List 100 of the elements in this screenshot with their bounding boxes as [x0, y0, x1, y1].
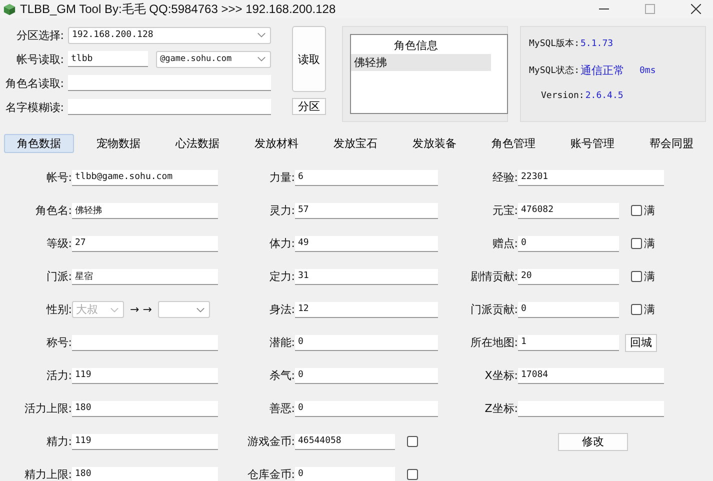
input-field[interactable]: 12: [295, 302, 438, 318]
field-label: 游戏金币:: [246, 434, 295, 449]
arrow-text: → →: [130, 303, 152, 316]
checkbox[interactable]: [631, 238, 642, 249]
checkbox[interactable]: [631, 304, 642, 315]
info-label: MySQL状态:: [529, 64, 580, 77]
read-button[interactable]: 读取: [292, 26, 326, 92]
field-label: 帐号:: [45, 170, 72, 185]
input-field[interactable]: 20: [518, 268, 619, 284]
checkbox-label: 满: [644, 302, 655, 317]
field-label: 所在地图:: [469, 335, 518, 350]
input-field[interactable]: 星宿: [72, 268, 218, 284]
checkbox-label: 满: [644, 269, 655, 284]
role-name-label: 角色名读取:: [4, 76, 64, 90]
field-label: 角色名:: [34, 203, 72, 218]
domain-dropdown[interactable]: @game.sohu.com: [156, 50, 271, 68]
checkbox-label: 满: [644, 236, 655, 251]
info-value: 通信正常: [580, 63, 625, 78]
field-label: 门派贡献:: [469, 302, 518, 317]
chevron-icon: [257, 32, 266, 38]
input-field[interactable]: 180: [72, 400, 218, 416]
tab[interactable]: 发放材料: [237, 134, 316, 153]
account-field[interactable]: tlbb: [68, 51, 148, 67]
input-field[interactable]: 49: [295, 236, 438, 252]
return-city-button[interactable]: 回城: [625, 334, 657, 352]
zone-button[interactable]: 分区: [292, 98, 326, 115]
account-label: 帐号读取:: [15, 52, 64, 66]
role-name-field[interactable]: [68, 75, 271, 91]
field-label: 善恶:: [268, 401, 295, 416]
role-list-item[interactable]: 佛轻拂: [351, 54, 491, 71]
field-label: X坐标:: [484, 368, 518, 383]
input-field[interactable]: 0: [518, 302, 619, 318]
info-latency: 0ms: [640, 66, 656, 76]
input-field[interactable]: [72, 334, 218, 350]
input-field[interactable]: 119: [72, 368, 218, 384]
input-field[interactable]: 119: [72, 434, 218, 450]
input-field[interactable]: 180: [72, 466, 218, 481]
field-label: Z坐标:: [484, 401, 518, 416]
input-field[interactable]: 0: [295, 334, 438, 350]
modify-button[interactable]: 修改: [558, 432, 628, 450]
tab[interactable]: 角色数据: [4, 134, 74, 153]
field-label: 身法:: [268, 302, 295, 317]
tab[interactable]: 心法数据: [158, 134, 237, 153]
checkbox[interactable]: [631, 271, 642, 282]
input-field[interactable]: 476082: [518, 202, 619, 218]
field-label: 精力上限:: [23, 467, 72, 481]
tab[interactable]: 发放宝石: [316, 134, 395, 153]
field-label: 潜能:: [268, 335, 295, 350]
tab[interactable]: 发放装备: [395, 134, 474, 153]
input-field[interactable]: 46544058: [295, 434, 395, 450]
tab[interactable]: 宠物数据: [79, 134, 158, 153]
input-field[interactable]: 57: [295, 202, 438, 218]
field-label: 活力上限:: [23, 401, 72, 416]
field-label: 灵力:: [268, 203, 295, 218]
field-label: 定力:: [268, 269, 295, 284]
checkbox[interactable]: [631, 205, 642, 216]
column-header: 角色信息: [393, 38, 439, 54]
field-label: 等级:: [45, 236, 72, 251]
input-field[interactable]: 31: [295, 268, 438, 284]
input-field[interactable]: tlbb@game.sohu.com: [72, 170, 218, 186]
field-label: 活力:: [45, 368, 72, 383]
chevron-icon: [196, 306, 205, 312]
field-label: 称号:: [45, 335, 72, 350]
field-label: 赠点:: [491, 236, 518, 251]
input-field[interactable]: 0: [295, 466, 395, 481]
checkbox-label: 满: [644, 203, 655, 218]
input-field[interactable]: 佛轻拂: [72, 202, 218, 218]
input-field[interactable]: 0: [295, 368, 438, 384]
close-icon[interactable]: [691, 4, 701, 14]
input-field[interactable]: [518, 400, 664, 416]
tab[interactable]: 账号管理: [553, 134, 632, 153]
checkbox[interactable]: [407, 436, 418, 447]
info-label: MySQL版本:: [529, 38, 580, 50]
server-dropdown[interactable]: 192.168.200.128: [68, 26, 271, 44]
tab[interactable]: 角色管理: [474, 134, 553, 153]
checkbox[interactable]: [407, 469, 418, 480]
input-field[interactable]: 17084: [518, 368, 664, 384]
chevron-icon: [257, 56, 266, 62]
field-label: 剧情贡献:: [469, 269, 518, 284]
chevron-icon: [110, 306, 119, 312]
info-label: Version:: [541, 91, 584, 101]
input-field[interactable]: 1: [518, 334, 619, 350]
field-label: 元宝:: [491, 203, 518, 218]
input-field[interactable]: 0: [295, 400, 438, 416]
fuzzy-name-field[interactable]: [68, 99, 271, 115]
tab[interactable]: 帮会同盟: [632, 134, 711, 153]
app-icon: [3, 2, 16, 16]
input-field[interactable]: 0: [518, 236, 619, 252]
info-value: 5.1.73: [580, 38, 614, 48]
field-label: 杀气:: [268, 368, 295, 383]
server-label: 分区选择:: [15, 28, 64, 42]
input-field[interactable]: 22301: [518, 170, 664, 186]
field-label: 仓库金币:: [246, 467, 295, 481]
input-field[interactable]: 6: [295, 170, 438, 186]
window-title: TLBB_GM Tool By:毛毛 QQ:5984763 >>> 192.168.200.128: [20, 0, 336, 18]
input-field[interactable]: 27: [72, 236, 218, 252]
fuzzy-name-label: 名字模糊读:: [4, 100, 64, 114]
field-label: 性别:: [45, 302, 72, 317]
field-label: 体力:: [268, 236, 295, 251]
field-label: 门派:: [45, 269, 72, 284]
